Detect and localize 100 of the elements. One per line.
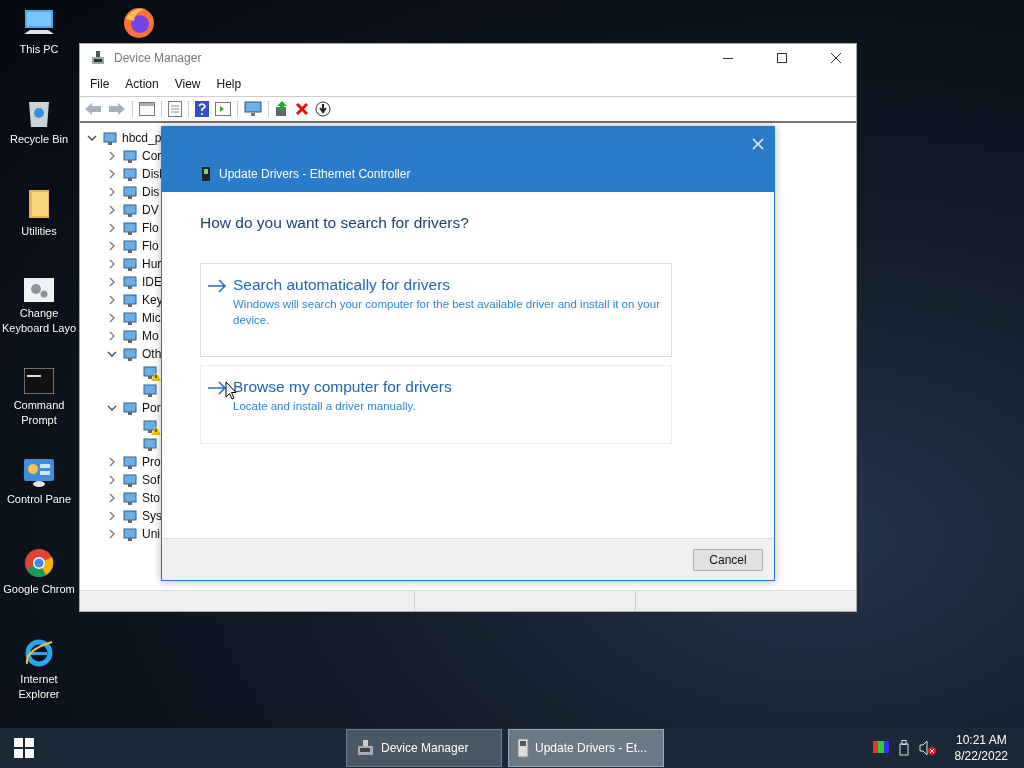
tree-item[interactable]: Flo (142, 221, 159, 235)
expand-chevron-icon[interactable] (107, 169, 117, 179)
expand-chevron-icon[interactable] (107, 295, 117, 305)
color-display-icon[interactable] (872, 741, 889, 755)
taskbar-button[interactable]: Update Drivers - Et... (508, 729, 664, 767)
device-icon (122, 508, 138, 524)
collapse-chevron-icon[interactable] (107, 349, 117, 359)
tree-item[interactable]: Hur (142, 257, 162, 271)
tree-item[interactable]: Disl (142, 167, 162, 181)
device-icon (122, 256, 138, 272)
control-panel-icon[interactable] (23, 458, 55, 488)
network-adapter-icon (202, 167, 210, 181)
collapse-chevron-icon[interactable] (107, 403, 117, 413)
expand-chevron-icon[interactable] (107, 259, 117, 269)
browser-icon[interactable] (122, 5, 156, 39)
device-icon (122, 526, 138, 542)
device-icon (122, 328, 138, 344)
tree-item[interactable]: Sys (142, 509, 162, 523)
folder-icon[interactable] (27, 188, 51, 220)
download-icon[interactable] (315, 101, 331, 117)
expand-chevron-icon[interactable] (107, 331, 117, 341)
arrow-icon (207, 381, 227, 395)
desktop-icon-label[interactable]: This PC (19, 42, 59, 57)
browser-icon[interactable] (24, 638, 54, 668)
device-icon (122, 184, 138, 200)
option-link[interactable]: Search automatically for drivers Windows will search your computer for the best available driver and install it on your device. (200, 263, 672, 357)
desktop-icon-label[interactable]: Internet Explorer (0, 672, 78, 702)
menu-item[interactable]: Help (210, 75, 248, 93)
expand-chevron-icon[interactable] (107, 475, 117, 485)
properties-icon[interactable] (168, 101, 182, 117)
device-icon (122, 472, 138, 488)
device-manager-icon (90, 50, 106, 66)
browser-icon[interactable] (24, 548, 54, 578)
expand-chevron-icon[interactable] (107, 511, 117, 521)
desktop-icon-label[interactable]: Recycle Bin (9, 132, 69, 147)
desktop-icon-label[interactable]: Change Keyboard Layo (0, 306, 78, 336)
option-title: Browse my computer for drivers (233, 378, 452, 396)
expand-chevron-icon[interactable] (107, 457, 117, 467)
device-icon (102, 130, 118, 146)
window-title: Device Manager (114, 51, 202, 65)
menu-item[interactable]: File (84, 75, 116, 93)
action-pane-icon[interactable] (215, 102, 231, 116)
expand-chevron-icon[interactable] (107, 277, 117, 287)
arrow-icon (207, 279, 227, 293)
tree-item[interactable]: Dis (142, 185, 160, 199)
device-icon (122, 454, 138, 470)
clock-date[interactable]: 8/22/2022 (954, 748, 1008, 764)
device-icon (142, 364, 158, 380)
expand-chevron-icon[interactable] (107, 205, 117, 215)
terminal-icon[interactable] (24, 368, 54, 394)
cancel-button[interactable]: Cancel (693, 548, 763, 571)
expand-chevron-icon[interactable] (107, 223, 117, 233)
option-link[interactable]: Browse my computer for drivers Locate and install a driver manually. (200, 365, 672, 444)
device-icon (122, 238, 138, 254)
tree-item[interactable]: Oth (142, 347, 162, 361)
tree-item[interactable]: Sto (142, 491, 160, 505)
device-icon (122, 490, 138, 506)
speaker-icon[interactable] (918, 740, 937, 756)
monitor-icon[interactable] (244, 101, 262, 117)
start-icon[interactable] (14, 738, 34, 758)
desktop-icon-label[interactable]: Command Prompt (0, 398, 78, 428)
taskbar-button[interactable]: Device Manager (346, 729, 502, 767)
device-icon (122, 346, 138, 362)
expand-chevron-icon[interactable] (107, 493, 117, 503)
device-icon (122, 400, 138, 416)
tree-item[interactable]: Mo (142, 329, 159, 343)
collapse-chevron-icon[interactable] (87, 133, 97, 143)
console-tree-icon[interactable] (139, 102, 155, 116)
desktop-icon-label[interactable]: Control Pane (6, 492, 72, 507)
tree-item[interactable]: Flo (142, 239, 159, 253)
maximize-icon[interactable] (776, 52, 788, 64)
tree-item[interactable]: hbcd_p (122, 131, 162, 145)
device-icon (142, 418, 158, 434)
expand-chevron-icon[interactable] (107, 241, 117, 251)
tree-item[interactable]: Mic (142, 311, 161, 325)
tree-item[interactable]: Pro (142, 455, 161, 469)
tree-item[interactable]: DV (142, 203, 159, 217)
menu-item[interactable]: Action (119, 75, 165, 93)
update-driver-icon[interactable] (275, 101, 289, 117)
tree-item[interactable]: Uni (142, 527, 160, 541)
tree-item[interactable]: IDE (142, 275, 162, 289)
device-icon (122, 310, 138, 326)
expand-chevron-icon[interactable] (107, 529, 117, 539)
desktop-icon-label[interactable]: Utilities (21, 224, 57, 239)
option-description: Locate and install a driver manually. (233, 399, 417, 414)
menu-item[interactable]: View (168, 75, 207, 93)
tree-item[interactable]: Cor (142, 149, 162, 163)
tree-item[interactable]: Sof (142, 473, 160, 487)
close-icon[interactable] (830, 52, 842, 64)
usb-drive-icon[interactable] (898, 740, 909, 756)
desktop-icon-label[interactable]: Google Chrom (3, 582, 75, 597)
expand-chevron-icon[interactable] (107, 151, 117, 161)
expand-chevron-icon[interactable] (107, 313, 117, 323)
expand-chevron-icon[interactable] (107, 187, 117, 197)
tree-item[interactable]: Por (142, 401, 161, 415)
help-icon[interactable] (195, 101, 209, 117)
clock-time[interactable]: 10:21 AM (955, 732, 1007, 748)
gears-icon[interactable] (24, 278, 54, 302)
device-icon (122, 166, 138, 182)
delete-icon[interactable] (295, 102, 309, 116)
